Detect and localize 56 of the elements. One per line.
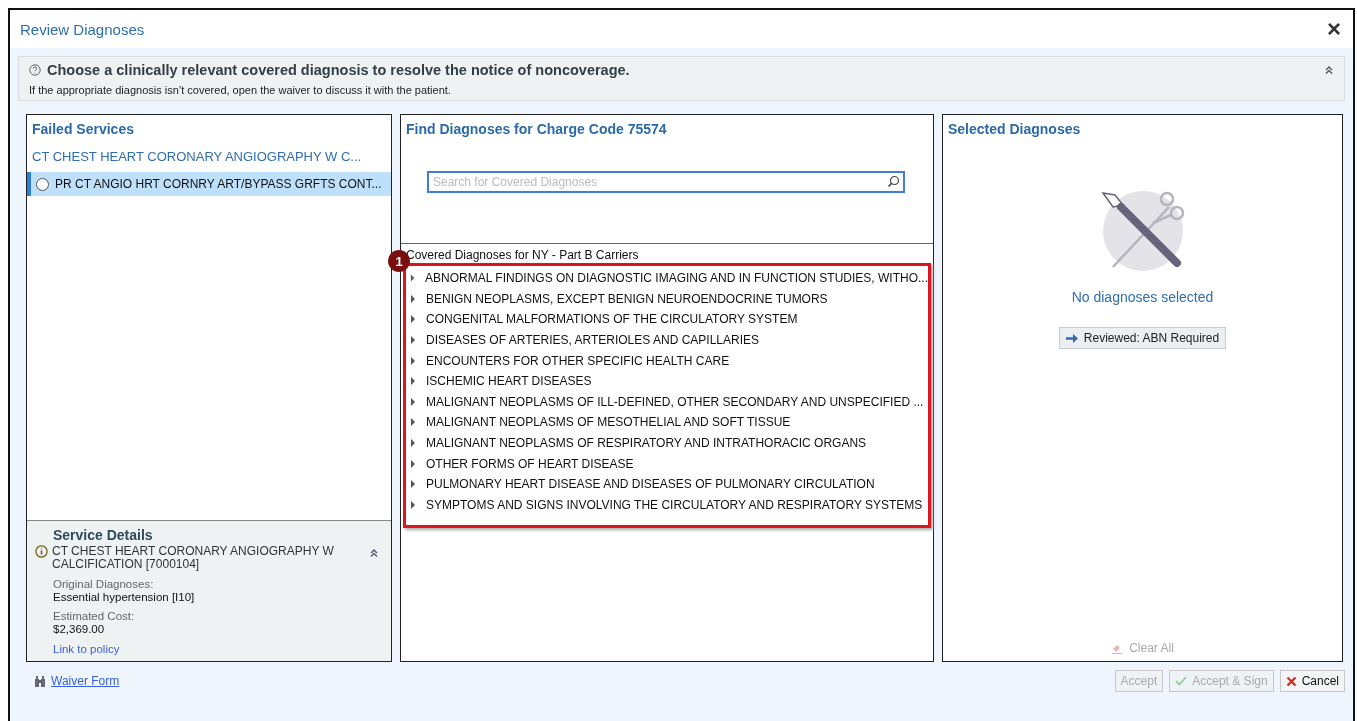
- policy-link[interactable]: Link to policy: [35, 643, 383, 655]
- tree-item[interactable]: DISEASES OF ARTERIES, ARTERIOLES AND CAPILLARIES: [406, 329, 928, 351]
- window-title: Review Diagnoses: [20, 20, 145, 38]
- waiver-form-link[interactable]: Waiver Form: [34, 674, 120, 688]
- expand-arrow-icon: [410, 397, 416, 406]
- field-value: $2,369.00: [53, 623, 106, 635]
- tree-item[interactable]: MALIGNANT NEOPLASMS OF RESPIRATORY AND INTRATHORACIC ORGANS: [406, 432, 928, 454]
- tree-item[interactable]: ABNORMAL FINDINGS ON DIAGNOSTIC IMAGING AND IN FUNCTION STUDIES, WITHO...: [406, 268, 928, 289]
- arrow-icon: [1065, 333, 1078, 343]
- panel-title: Failed Services: [31, 120, 135, 139]
- expand-arrow-icon: [410, 294, 416, 303]
- panel-title: Find Diagnoses for Charge Code 75574: [405, 120, 668, 139]
- instruction-heading: Choose a clinically relevant covered diagnosis to resolve the notice of noncoverage.: [47, 62, 631, 78]
- tree-item[interactable]: ISCHEMIC HEART DISEASES: [406, 370, 928, 392]
- expand-arrow-icon: [410, 336, 416, 345]
- expand-arrow-icon: [410, 439, 416, 448]
- expand-arrow-icon: [410, 500, 416, 509]
- tree-item[interactable]: ENCOUNTERS FOR OTHER SPECIFIC HEALTH CARE: [406, 350, 928, 371]
- expand-arrow-icon: [410, 480, 416, 489]
- service-item[interactable]: PR CT ANGIO HRT CORNRY ART/BYPASS GRFTS CONT...: [27, 172, 391, 196]
- footer-button[interactable]: Cancel: [1279, 670, 1345, 692]
- close-icon: [1285, 675, 1297, 687]
- collapse-icon[interactable]: [1324, 65, 1334, 75]
- checkmark-icon: [1175, 676, 1188, 686]
- expand-arrow-icon: [410, 377, 416, 386]
- tree-item[interactable]: SYMPTOMS AND SIGNS INVOLVING THE CIRCULATORY AND RESPIRATORY SYSTEMS: [406, 494, 928, 516]
- info-icon: [35, 545, 48, 558]
- empty-state-text: No diagnoses selected: [1071, 289, 1214, 305]
- search-icon: [887, 175, 900, 188]
- field-label: Original Diagnoses:: [53, 578, 155, 590]
- tree-item[interactable]: MALIGNANT NEOPLASMS OF MESOTHELIAL AND SOFT TISSUE: [406, 412, 928, 433]
- tree-item[interactable]: OTHER FORMS OF HEART DISEASE: [406, 453, 928, 474]
- details-title: Service Details: [52, 528, 154, 542]
- expand-arrow-icon: [410, 274, 416, 283]
- binoculars-icon: [34, 675, 46, 687]
- help-icon: [29, 64, 41, 76]
- service-group-label: CT CHEST HEART CORONARY ANGIOGRAPHY W C...: [31, 148, 363, 166]
- search-field[interactable]: Search for Covered Diagnoses: [427, 171, 905, 193]
- panel-title: Selected Diagnoses: [947, 120, 1082, 139]
- expand-arrow-icon: [410, 459, 416, 468]
- eraser-icon: [1111, 642, 1124, 654]
- field-value: Essential hypertension [I10]: [53, 591, 196, 603]
- expand-arrow-icon: [410, 356, 416, 365]
- expand-arrow-icon: [410, 418, 416, 427]
- service-description: CT CHEST HEART CORONARY ANGIOGRAPHY W CALCIFICATION [7000104]: [52, 545, 335, 571]
- close-button[interactable]: ×: [1325, 19, 1343, 39]
- review-button[interactable]: Reviewed: ABN Required: [1058, 327, 1227, 349]
- expand-arrow-icon: [410, 315, 416, 324]
- tree-item[interactable]: BENIGN NEOPLASMS, EXCEPT BENIGN NEUROENDOCRINE TUMORS: [406, 288, 928, 310]
- list-title: Covered Diagnoses for NY - Part B Carriers: [405, 248, 640, 262]
- instruction-text: If the appropriate diagnosis isn’t covered, open the waiver to discuss it with the patient.: [29, 84, 452, 96]
- field-label: Estimated Cost:: [53, 610, 136, 622]
- collapse-icon[interactable]: [369, 548, 379, 558]
- tree-item[interactable]: CONGENITAL MALFORMATIONS OF THE CIRCULATORY SYSTEM: [406, 309, 928, 330]
- tree-item[interactable]: MALIGNANT NEOPLASMS OF ILL-DEFINED, OTHER SECONDARY AND UNSPECIFIED ...: [406, 391, 928, 413]
- tree-item[interactable]: PULMONARY HEART DISEASE AND DISEASES OF PULMONARY CIRCULATION: [406, 473, 928, 495]
